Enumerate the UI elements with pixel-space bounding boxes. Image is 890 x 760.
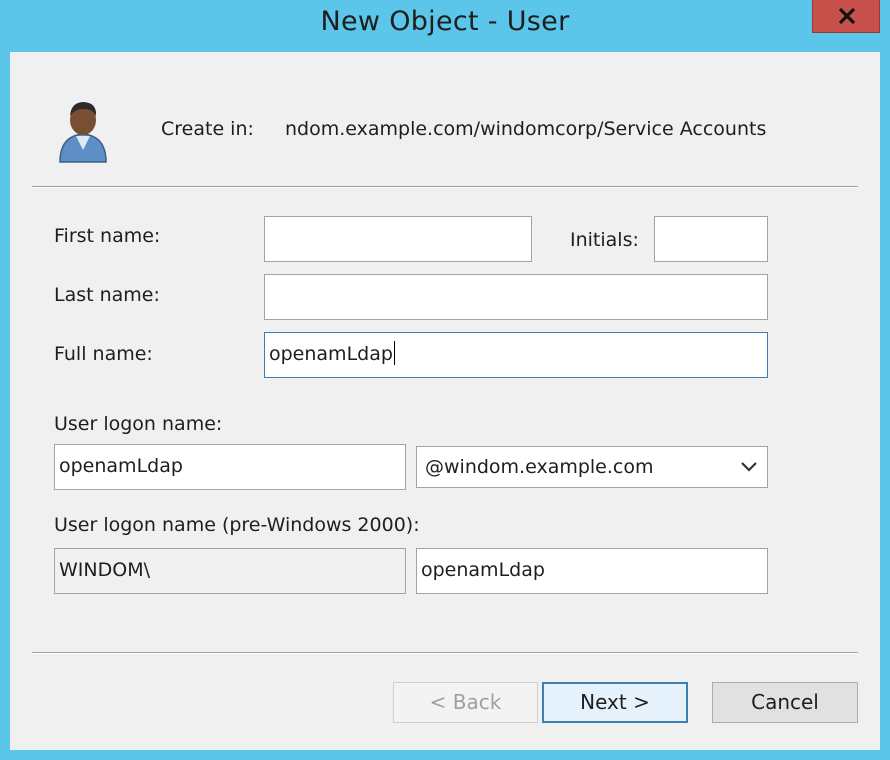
window-title: New Object - User: [320, 6, 570, 37]
text-caret: [393, 340, 396, 365]
pre2000-label: User logon name (pre-Windows 2000):: [54, 514, 420, 536]
full-name-field[interactable]: openamLdap: [264, 332, 768, 378]
first-name-field[interactable]: [264, 216, 532, 262]
full-name-value: openamLdap: [269, 343, 393, 365]
last-name-field[interactable]: [264, 274, 768, 320]
header-divider: [32, 186, 858, 188]
dialog-body: Create in: ndom.example.com/windomcorp/S…: [10, 52, 880, 750]
domain-select-value: @windom.example.com: [425, 456, 654, 478]
title-bar: New Object - User: [0, 0, 890, 52]
close-button[interactable]: [812, 0, 880, 33]
pre2000-domain-field: WINDOM\: [54, 548, 406, 594]
first-name-label: First name:: [54, 225, 161, 247]
create-in-label: Create in:: [161, 118, 254, 140]
last-name-label: Last name:: [54, 284, 160, 306]
chevron-down-icon: [741, 462, 757, 472]
logon-name-label: User logon name:: [54, 413, 223, 435]
logon-name-field[interactable]: openamLdap: [54, 444, 406, 490]
footer-divider: [32, 652, 858, 654]
create-in-path: ndom.example.com/windomcorp/Service Acco…: [285, 118, 767, 140]
back-button[interactable]: < Back: [393, 682, 538, 723]
next-button[interactable]: Next >: [542, 682, 688, 723]
initials-field[interactable]: [654, 216, 768, 262]
domain-select[interactable]: @windom.example.com: [416, 446, 768, 488]
cancel-button[interactable]: Cancel: [712, 682, 858, 723]
user-icon: [59, 102, 107, 163]
full-name-label: Full name:: [54, 343, 153, 365]
close-icon: [838, 8, 856, 24]
pre2000-name-field[interactable]: openamLdap: [416, 548, 768, 594]
initials-label: Initials:: [570, 229, 639, 251]
